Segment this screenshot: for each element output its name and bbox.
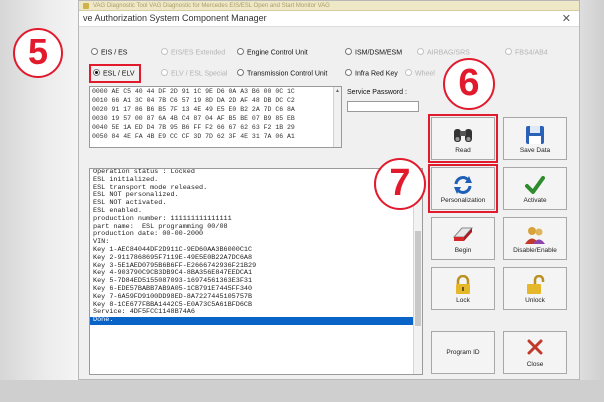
app-icon — [83, 3, 89, 9]
hex-line: 0030 19 57 00 87 6A 4B C4 87 04 AF B5 BE… — [92, 115, 295, 122]
scroll-up-icon[interactable]: ▲ — [334, 87, 341, 95]
eraser-icon — [452, 227, 474, 241]
radio-label: ISM/DSM/ESM — [355, 49, 403, 57]
radio-icon — [161, 69, 168, 76]
radio-fbs4[interactable]: FBS4/AB4 — [505, 48, 548, 57]
activate-button[interactable]: Activate — [503, 167, 567, 210]
step-5-annotation: 5 — [13, 28, 63, 78]
radio-transmission-control-unit[interactable]: Transmission Control Unit — [237, 69, 328, 78]
radio-label: Wheel — [415, 70, 435, 78]
hex-scrollbar[interactable]: ▲ — [333, 87, 341, 147]
floppy-disk-icon — [526, 126, 544, 144]
radio-eis-extended[interactable]: EIS/ES Extended — [161, 48, 226, 57]
save-data-button[interactable]: Save Data — [503, 117, 567, 160]
hex-line: 0000 AE C5 40 44 DF 2D 91 1C 9E D6 0A A3… — [92, 88, 295, 95]
save-data-label: Save Data — [519, 147, 551, 154]
program-id-label: Program ID — [446, 349, 480, 356]
disable-enable-label: Disable/Enable — [513, 247, 557, 254]
lock-button[interactable]: Lock — [431, 267, 495, 310]
users-icon — [525, 227, 545, 244]
unlock-icon — [527, 275, 545, 294]
begin-label: Begin — [454, 247, 472, 254]
radio-label: FBS4/AB4 — [515, 49, 548, 57]
lock-label: Lock — [456, 297, 470, 304]
close-x-icon — [527, 339, 543, 355]
activate-label: Activate — [523, 197, 547, 204]
begin-button[interactable]: Begin — [431, 217, 495, 260]
taskbar-item[interactable]: VAG — [318, 3, 330, 9]
radio-icon — [405, 69, 412, 76]
radio-label: ELV / ESL Special — [171, 70, 228, 78]
window-title: ve Authorization System Component Manage… — [83, 13, 267, 23]
close-button[interactable]: Close — [503, 331, 567, 374]
radio-icon — [345, 69, 352, 76]
scrollbar-thumb[interactable] — [415, 231, 421, 326]
radio-icon — [417, 48, 424, 55]
close-label: Close — [526, 361, 544, 368]
radio-label: EIS/ES Extended — [171, 49, 226, 57]
hex-line: 0040 5E 1A ED D4 7B 95 B6 FF F2 66 67 62… — [92, 124, 295, 131]
component-manager-window: VAG Diagnostic Tool VAG Diagnostic for M… — [78, 0, 580, 380]
log-line: production date: 00-00-2000 — [93, 230, 204, 239]
binoculars-icon — [454, 129, 472, 142]
lock-icon — [456, 275, 470, 294]
taskbar-item[interactable]: VAG Diagnostic for Mercedes EIS/ESL — [149, 3, 252, 9]
taskbar-item[interactable]: VAG Diagnostic Tool — [93, 3, 147, 9]
radio-label: Transmission Control Unit — [247, 70, 328, 78]
unlock-label: Unlock — [525, 297, 545, 304]
read-label: Read — [455, 147, 471, 154]
radio-elv-special[interactable]: ELV / ESL Special — [161, 69, 228, 78]
checkmark-icon — [525, 176, 545, 194]
radio-icon — [237, 48, 244, 55]
log-line: Service: 4DF5FCC1148B74A6 — [93, 308, 195, 317]
close-icon[interactable]: ✕ — [562, 12, 571, 25]
personalization-label: Personalization — [440, 197, 486, 204]
radio-ism-dsm-esm[interactable]: ISM/DSM/ESM — [345, 48, 403, 57]
radio-eis-es[interactable]: EIS / ES — [91, 48, 128, 57]
service-password-label: Service Password : — [347, 89, 407, 96]
refresh-arrows-icon — [454, 176, 472, 194]
operation-log[interactable]: Operation status : Locked ESL initialize… — [89, 168, 423, 375]
read-button[interactable]: Read — [428, 114, 498, 163]
radio-label: Infra Red Key — [355, 70, 398, 78]
unlock-button[interactable]: Unlock — [503, 267, 567, 310]
radio-icon — [91, 48, 98, 55]
step-7-annotation: 7 — [374, 158, 426, 210]
hex-dump-box[interactable]: 0000 AE C5 40 44 DF 2D 91 1C 9E D6 0A A3… — [89, 86, 342, 148]
background-bottom — [0, 380, 604, 402]
esl-highlight-box — [89, 64, 141, 83]
program-id-button[interactable]: Program ID — [431, 331, 495, 374]
hex-line: 0010 66 A1 3C 04 7B C6 57 19 8D DA 2D AF… — [92, 97, 295, 104]
background-right — [580, 0, 604, 402]
radio-icon — [505, 48, 512, 55]
radio-infra-red-key[interactable]: Infra Red Key — [345, 69, 398, 78]
taskbar-item[interactable]: Open and Start Monitor — [254, 3, 316, 9]
step-6-annotation: 6 — [443, 58, 495, 110]
radio-label: Engine Control Unit — [247, 49, 308, 57]
log-line-selected[interactable]: Done. — [90, 316, 422, 325]
service-password-input[interactable] — [347, 101, 419, 112]
radio-label: AIRBAG/SRS — [427, 49, 470, 57]
personalization-button[interactable]: Personalization — [428, 164, 498, 213]
radio-icon — [161, 48, 168, 55]
radio-engine-control-unit[interactable]: Engine Control Unit — [237, 48, 308, 57]
hex-line: 0050 84 4E FA 4B E9 CC CF 3D 7D 62 3F 4E… — [92, 133, 295, 140]
radio-wheel[interactable]: Wheel — [405, 69, 435, 78]
radio-label: EIS / ES — [101, 49, 128, 57]
radio-icon — [345, 48, 352, 55]
taskbar: VAG Diagnostic Tool VAG Diagnostic for M… — [79, 1, 579, 11]
title-bar: ve Authorization System Component Manage… — [79, 11, 579, 27]
radio-icon — [237, 69, 244, 76]
disable-enable-button[interactable]: Disable/Enable — [503, 217, 567, 260]
hex-line: 0020 91 17 86 B6 B5 7F 13 4E 49 E5 E0 B2… — [92, 106, 295, 113]
radio-airbag[interactable]: AIRBAG/SRS — [417, 48, 470, 57]
